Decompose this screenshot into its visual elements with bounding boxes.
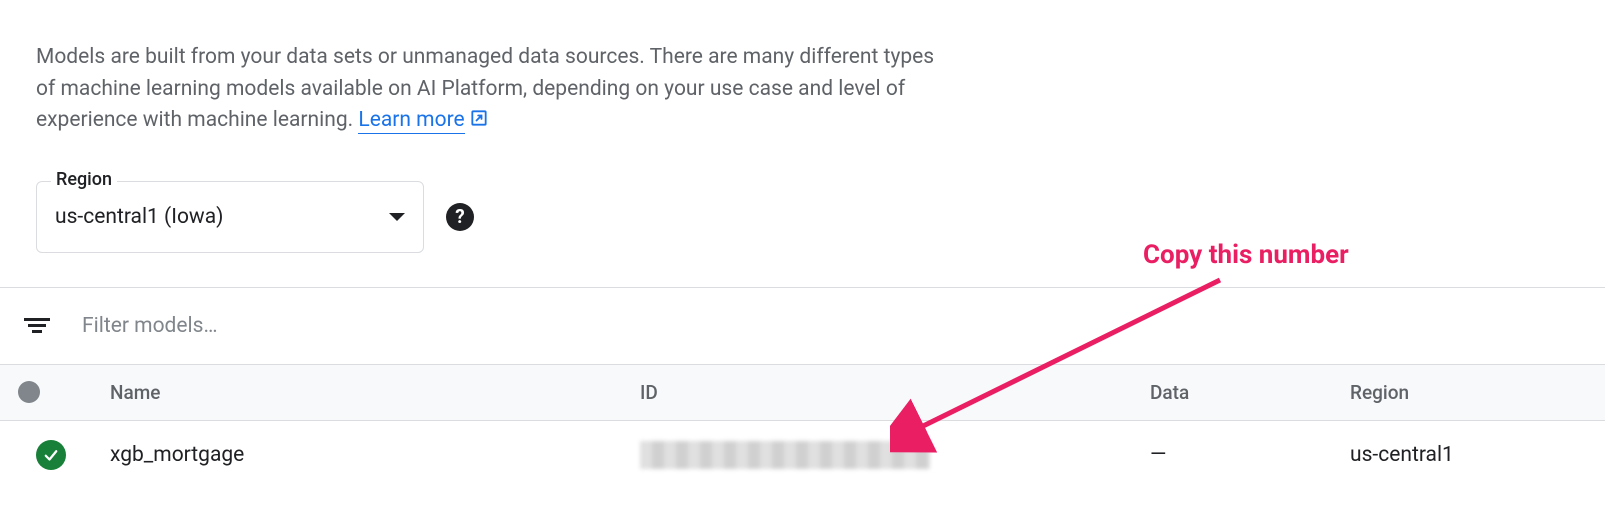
filter-input[interactable] [82,314,1581,338]
region-label: Region [51,169,117,190]
redacted-id-value [640,441,930,469]
external-link-icon [469,107,489,139]
column-header-region[interactable]: Region [1350,381,1605,404]
chevron-down-icon [389,213,405,221]
success-check-icon [36,440,66,470]
region-value: us-central1 (Iowa) [55,205,389,229]
table-header: Name ID Data Region [0,365,1605,421]
annotation-text: Copy this number [1143,240,1349,270]
help-icon[interactable]: ? [446,203,474,231]
column-header-name[interactable]: Name [110,381,640,404]
row-region: us-central1 [1350,443,1605,467]
column-header-status[interactable] [0,381,110,403]
filter-bar [0,287,1605,365]
annotation-arrow-icon [890,265,1270,465]
status-circle-icon [18,381,40,403]
row-status [0,440,110,470]
region-selector-row: Region us-central1 (Iowa) ? [36,181,1605,253]
region-dropdown[interactable]: Region us-central1 (Iowa) [36,181,424,253]
row-name[interactable]: xgb_mortgage [110,443,640,467]
filter-icon[interactable] [24,318,50,333]
description-text: Models are built from your data sets or … [0,0,990,139]
table-row[interactable]: xgb_mortgage — us-central1 [0,421,1605,489]
learn-more-link[interactable]: Learn more [358,108,464,134]
